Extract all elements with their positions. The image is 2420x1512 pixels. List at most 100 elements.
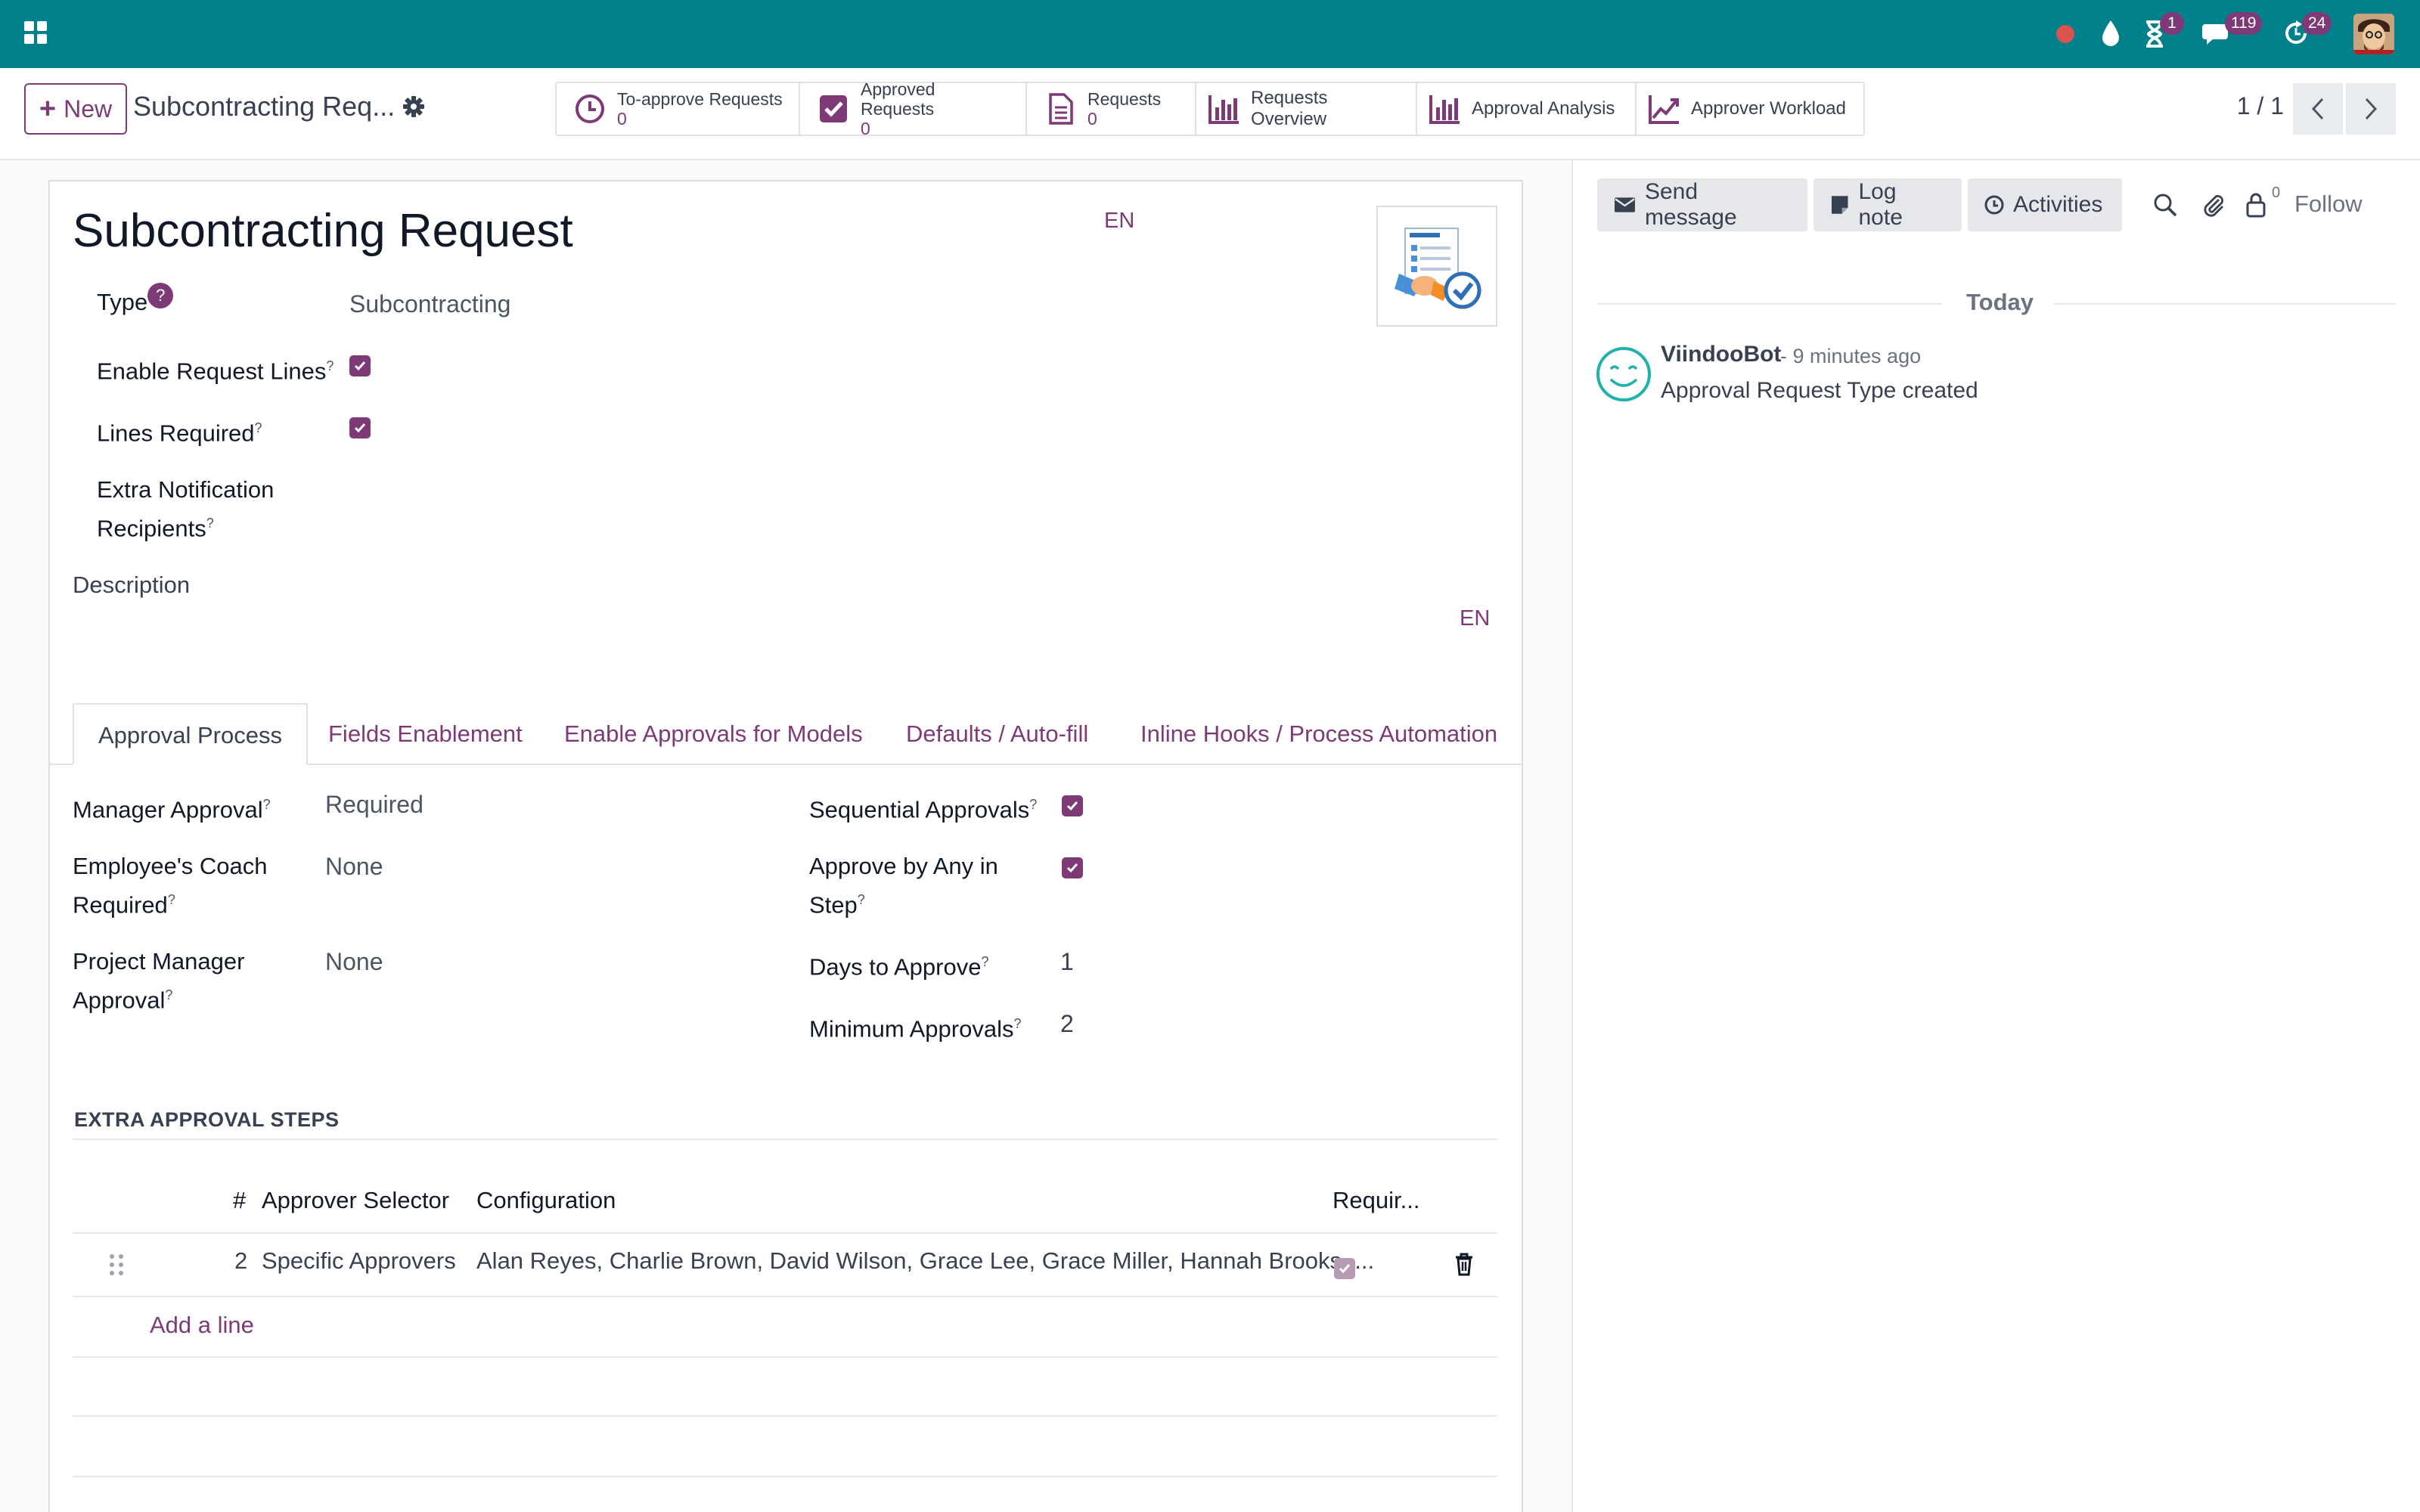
- envelope-icon: [1614, 197, 1635, 212]
- bot-smiley-avatar-icon: [1596, 347, 1651, 401]
- lines-required-checkbox[interactable]: [349, 417, 371, 438]
- activities-button[interactable]: Activities: [1968, 178, 2122, 231]
- manager-approval-label: Manager Approval?: [73, 796, 271, 823]
- enable-request-lines-checkbox[interactable]: [349, 355, 371, 376]
- row-required-checkbox[interactable]: [1334, 1258, 1355, 1279]
- send-message-label: Send message: [1644, 179, 1737, 230]
- approve-by-any-checkbox[interactable]: [1062, 857, 1083, 878]
- log-note-button[interactable]: Log note: [1813, 178, 1962, 231]
- requests-button[interactable]: Requests 0: [1027, 83, 1196, 135]
- extra-notification-recipients-label: Extra Notification Recipients?: [97, 476, 275, 542]
- message-author[interactable]: ViindooBot: [1661, 342, 1781, 367]
- add-a-line-button[interactable]: Add a line: [150, 1312, 254, 1339]
- trash-icon[interactable]: [1454, 1252, 1475, 1276]
- new-button[interactable]: + New: [24, 83, 127, 135]
- pager-next-button[interactable]: [2346, 83, 2396, 135]
- record-dot-icon[interactable]: [2054, 23, 2077, 45]
- search-icon[interactable]: [2152, 192, 2178, 218]
- help-icon[interactable]: ?: [263, 797, 271, 812]
- description-label: Description: [73, 572, 191, 598]
- bar-chart-icon: [1429, 95, 1460, 124]
- approved-label: Approved Requests: [861, 79, 935, 119]
- checkmark-icon: [1339, 1264, 1351, 1274]
- extra-approval-steps-title: EXTRA APPROVAL STEPS: [74, 1108, 340, 1131]
- sticky-note-icon: [1831, 196, 1848, 214]
- type-field-value[interactable]: Subcontracting: [349, 287, 510, 321]
- help-icon[interactable]: ?: [168, 892, 175, 907]
- help-icon[interactable]: ?: [326, 358, 334, 373]
- column-header-configuration[interactable]: Configuration: [476, 1187, 616, 1214]
- help-icon[interactable]: ?: [981, 954, 988, 969]
- record-title[interactable]: Subcontracting Request: [73, 204, 573, 258]
- control-panel: + New Subcontracting Req... To-approve R…: [0, 68, 2420, 160]
- follow-button[interactable]: Follow: [2294, 191, 2363, 218]
- checkmark-icon: [354, 423, 366, 433]
- updates-badge: 24: [2302, 12, 2332, 35]
- updates-menu[interactable]: 24: [2282, 12, 2343, 53]
- row-approver-selector: Specific Approvers: [262, 1247, 456, 1274]
- user-avatar[interactable]: [2353, 14, 2394, 54]
- employee-coach-label: Employee's Coach Required?: [73, 853, 268, 919]
- record-image[interactable]: [1376, 206, 1497, 327]
- project-manager-approval-value[interactable]: None: [325, 945, 383, 978]
- employee-coach-value[interactable]: None: [325, 850, 383, 883]
- smart-buttons: To-approve Requests 0 Approved Requests …: [555, 79, 1865, 138]
- section-divider: [73, 1139, 1497, 1140]
- bar-chart-icon: [1208, 95, 1239, 124]
- row-sequence: 2: [234, 1247, 248, 1274]
- manager-approval-value[interactable]: Required: [325, 788, 424, 821]
- row-configuration: Alan Reyes, Charlie Brown, David Wilson,…: [476, 1247, 1375, 1274]
- sequential-approvals-checkbox[interactable]: [1062, 795, 1083, 816]
- help-icon[interactable]: ?: [206, 516, 214, 531]
- column-header-sequence[interactable]: #: [233, 1187, 246, 1214]
- water-drop-icon[interactable]: [2099, 18, 2122, 48]
- requests-overview-button[interactable]: Requests Overview: [1196, 83, 1417, 135]
- plus-icon: +: [39, 93, 57, 125]
- approver-workload-button[interactable]: Approver Workload: [1637, 83, 1863, 135]
- approved-count: 0: [861, 119, 870, 138]
- help-icon[interactable]: ?: [1013, 1016, 1021, 1031]
- paperclip-icon[interactable]: [2201, 192, 2226, 218]
- minimum-approvals-value[interactable]: 2: [1060, 1007, 1074, 1040]
- enable-request-lines-label: Enable Request Lines?: [97, 358, 334, 385]
- messages-badge: 119: [2225, 12, 2263, 35]
- tab-defaults-auto-fill[interactable]: Defaults / Auto-fill: [906, 703, 1088, 765]
- subcontract-image: [1395, 228, 1481, 309]
- table-header-divider: [73, 1232, 1497, 1234]
- help-icon[interactable]: ?: [858, 892, 865, 907]
- days-to-approve-value[interactable]: 1: [1060, 945, 1074, 978]
- tab-fields-enablement[interactable]: Fields Enablement: [328, 703, 523, 765]
- help-icon[interactable]: ?: [147, 283, 174, 308]
- title-language-button[interactable]: EN: [1104, 209, 1134, 234]
- tab-enable-approvals-for-models[interactable]: Enable Approvals for Models: [564, 703, 863, 765]
- column-header-required[interactable]: Requir...: [1333, 1187, 1419, 1214]
- chevron-right-icon: [2365, 98, 2378, 120]
- activities-menu[interactable]: 1: [2143, 12, 2189, 53]
- send-message-button[interactable]: Send message: [1597, 178, 1807, 231]
- approval-analysis-button[interactable]: Approval Analysis: [1417, 83, 1637, 135]
- description-language-button[interactable]: EN: [1460, 606, 1490, 631]
- date-divider-line: [2054, 303, 2396, 305]
- approved-requests-button[interactable]: Approved Requests 0: [800, 79, 1027, 138]
- to-approve-requests-button[interactable]: To-approve Requests 0: [557, 83, 800, 135]
- help-icon[interactable]: ?: [165, 987, 172, 1002]
- followers-button[interactable]: 0: [2245, 184, 2282, 219]
- help-icon[interactable]: ?: [1029, 797, 1037, 812]
- days-to-approve-label: Days to Approve?: [809, 953, 989, 981]
- requests-overview-label: Requests Overview: [1251, 88, 1328, 129]
- document-icon: [1049, 93, 1073, 125]
- column-header-approver-selector[interactable]: Approver Selector: [262, 1187, 449, 1214]
- help-icon[interactable]: ?: [255, 420, 262, 435]
- gear-icon[interactable]: [402, 95, 425, 118]
- tab-inline-hooks[interactable]: Inline Hooks / Process Automation: [1140, 703, 1497, 765]
- apps-menu-icon[interactable]: [23, 20, 48, 45]
- to-approve-count: 0: [617, 109, 627, 129]
- row-divider: [73, 1356, 1497, 1358]
- line-chart-icon: [1649, 95, 1679, 124]
- drag-handle-icon[interactable]: [107, 1252, 126, 1278]
- to-approve-label: To-approve Requests: [617, 89, 783, 109]
- pager-value[interactable]: 1 / 1: [2237, 92, 2284, 120]
- messages-menu[interactable]: 119: [2202, 12, 2263, 53]
- tab-approval-process[interactable]: Approval Process: [73, 703, 308, 765]
- pager-previous-button[interactable]: [2293, 83, 2343, 135]
